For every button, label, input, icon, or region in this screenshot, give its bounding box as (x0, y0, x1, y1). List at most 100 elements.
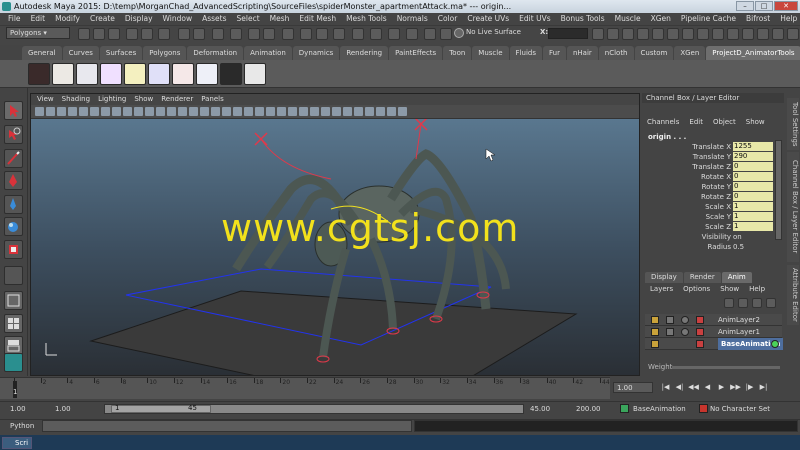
status-tool-icon[interactable] (727, 28, 739, 40)
solo-icon[interactable] (681, 328, 689, 336)
menu-create[interactable]: Create (85, 13, 120, 25)
shelf-tab-surfaces[interactable]: Surfaces (99, 46, 143, 60)
status-tool-icon[interactable] (440, 28, 452, 40)
side-tab-channel-box-layer-editor[interactable]: Channel Box / Layer Editor (787, 152, 799, 262)
magnet-icon[interactable] (454, 28, 464, 38)
viewport-tool-icon[interactable] (134, 107, 143, 116)
anim-start-field[interactable]: 1.00 (55, 404, 71, 415)
layer-tool-icon[interactable] (738, 298, 748, 308)
status-tool-icon[interactable] (126, 28, 138, 40)
shelf-tab-curves[interactable]: Curves (62, 46, 99, 60)
maximize-button[interactable]: □ (755, 1, 773, 11)
viewport-tool-icon[interactable] (233, 107, 242, 116)
start-time-field[interactable]: 1.00 (10, 404, 26, 415)
layer-tool-icon[interactable] (724, 298, 734, 308)
menu-edit[interactable]: Edit (26, 13, 51, 25)
four-pane-layout-icon[interactable] (4, 314, 23, 333)
anim-end-field[interactable]: 200.00 (576, 404, 601, 415)
viewport-tool-icon[interactable] (189, 107, 198, 116)
status-tool-icon[interactable] (212, 28, 224, 40)
status-tool-icon[interactable] (300, 28, 312, 40)
status-tool-icon[interactable] (712, 28, 724, 40)
paint-select-tool-icon[interactable] (4, 149, 23, 168)
viewport-tool-icon[interactable] (244, 107, 253, 116)
status-tool-icon[interactable] (141, 28, 153, 40)
viewport-menu-renderer[interactable]: Renderer (157, 94, 197, 105)
command-language-label[interactable]: Python (10, 422, 34, 430)
viewport-tool-icon[interactable] (387, 107, 396, 116)
channel-value[interactable]: 1 (733, 202, 773, 211)
viewport-tool-icon[interactable] (46, 107, 55, 116)
viewport-tool-icon[interactable] (90, 107, 99, 116)
viewport-menu-show[interactable]: Show (130, 94, 157, 105)
playback-control-0[interactable]: |◀ (660, 382, 671, 393)
layer-menu-help[interactable]: Help (744, 284, 770, 295)
lasso-tool-icon[interactable] (4, 125, 23, 144)
shelf-tool-icon[interactable] (124, 63, 146, 85)
layer-tab-anim[interactable]: Anim (721, 272, 752, 283)
shelf-tool-icon[interactable] (172, 63, 194, 85)
lock-icon[interactable] (651, 316, 659, 324)
channel-value[interactable]: 1 (733, 212, 773, 221)
channel-menu-channels[interactable]: Channels (642, 117, 684, 128)
playback-control-6[interactable]: |▶ (744, 382, 755, 393)
shelf-tool-icon[interactable] (244, 63, 266, 85)
range-slider[interactable] (104, 404, 524, 414)
layer-tool-icon[interactable] (766, 298, 776, 308)
shelf-tool-icon[interactable] (28, 63, 50, 85)
perspective-viewport[interactable]: View Shading Lighting Show Renderer Panels ww… (30, 93, 640, 376)
playback-control-3[interactable]: ◀ (702, 382, 713, 393)
menu-help[interactable]: Help (775, 13, 800, 25)
viewport-tool-icon[interactable] (299, 107, 308, 116)
channel-label[interactable]: Rotate Z (701, 192, 731, 202)
viewport-tool-icon[interactable] (222, 107, 231, 116)
layer-name[interactable]: AnimLayer1 (718, 326, 760, 338)
viewport-tool-icon[interactable] (167, 107, 176, 116)
layer-row-baseanimation[interactable]: BaseAnimation (645, 338, 784, 350)
status-tool-icon[interactable] (682, 28, 694, 40)
viewport-tool-icon[interactable] (35, 107, 44, 116)
viewport-tool-icon[interactable] (156, 107, 165, 116)
playback-end-field[interactable]: 45.00 (530, 404, 550, 415)
playback-control-4[interactable]: ▶ (716, 382, 727, 393)
channel-box-scrollbar[interactable] (775, 140, 782, 240)
viewport-menu-lighting[interactable]: Lighting (94, 94, 130, 105)
viewport-tool-icon[interactable] (332, 107, 341, 116)
menu-mesh[interactable]: Mesh (265, 13, 295, 25)
shelf-tab-fluids[interactable]: Fluids (509, 46, 542, 60)
menu-select[interactable]: Select (232, 13, 265, 25)
shelf-tab-custom[interactable]: Custom (634, 46, 674, 60)
menu-create-uvs[interactable]: Create UVs (462, 13, 514, 25)
viewport-tool-icon[interactable] (310, 107, 319, 116)
ghost-icon[interactable] (696, 328, 704, 336)
channel-label[interactable]: Translate Y (693, 152, 731, 162)
current-anim-layer[interactable]: BaseAnimation (633, 404, 686, 415)
channel-menu-edit[interactable]: Edit (684, 117, 708, 128)
x-coordinate-field[interactable] (548, 28, 588, 39)
menu-xgen[interactable]: XGen (646, 13, 676, 25)
status-tool-icon[interactable] (652, 28, 664, 40)
character-set-field[interactable]: No Character Set (710, 404, 770, 415)
viewport-tool-icon[interactable] (68, 107, 77, 116)
viewport-tool-icon[interactable] (112, 107, 121, 116)
shelf-tool-icon[interactable] (76, 63, 98, 85)
ghost-icon[interactable] (696, 316, 704, 324)
time-slider[interactable]: 2 4 6 8 10 12 14 16 18 20 22 24 26 28 30 32 34 36 38 40 42 44 (0, 377, 610, 399)
status-tool-icon[interactable] (263, 28, 275, 40)
layer-row-animlayer2[interactable]: AnimLayer2 (645, 314, 782, 326)
menu-edit-mesh[interactable]: Edit Mesh (294, 13, 341, 25)
layer-tab-display[interactable]: Display (645, 272, 683, 283)
universal-manipulator-icon[interactable] (4, 240, 23, 259)
status-tool-icon[interactable] (193, 28, 205, 40)
shelf-tool-icon[interactable] (220, 63, 242, 85)
shelf-tab-deformation[interactable]: Deformation (187, 46, 244, 60)
status-tool-icon[interactable] (248, 28, 260, 40)
shelf-tab-xgen[interactable]: XGen (674, 46, 706, 60)
status-tool-icon[interactable] (757, 28, 769, 40)
shelf-tab-painteffects[interactable]: PaintEffects (389, 46, 443, 60)
weight-slider[interactable] (672, 366, 780, 369)
maya-logo-icon[interactable] (4, 353, 23, 372)
viewport-tool-icon[interactable] (57, 107, 66, 116)
viewport-tool-icon[interactable] (79, 107, 88, 116)
channel-label[interactable]: Rotate Y (702, 182, 731, 192)
